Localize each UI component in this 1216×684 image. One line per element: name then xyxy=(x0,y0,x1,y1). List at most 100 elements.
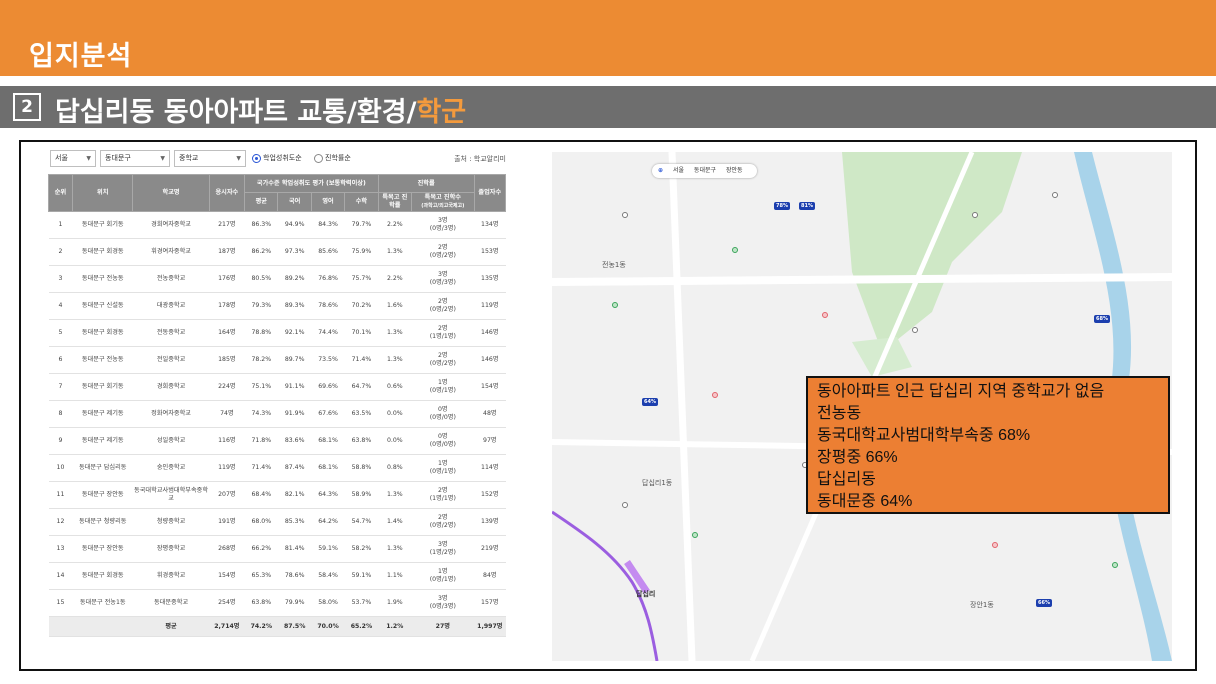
cell-eng: 68.1% xyxy=(311,454,345,482)
cell-kor: 81.4% xyxy=(277,535,312,563)
place-marker-icon[interactable] xyxy=(612,302,618,308)
cell-count: 2명 (0명/2명) xyxy=(411,238,475,266)
cell-loc: 동대문구 회경동 xyxy=(72,562,133,590)
cell-kor: 91.9% xyxy=(277,400,312,428)
cell-loc: 동대문구 장안동 xyxy=(72,535,133,563)
cell-rate: 0.0% xyxy=(378,400,412,428)
col-avg: 평균 xyxy=(244,192,279,212)
place-marker-icon[interactable] xyxy=(732,247,738,253)
cell-rate: 1.3% xyxy=(378,319,412,347)
cell-count-sub: (0명/2명) xyxy=(429,522,456,529)
cell-count-sub: (0명/1명) xyxy=(429,387,456,394)
cell-rate: 1.9% xyxy=(378,589,412,617)
city-select-value: 서울 xyxy=(55,154,68,162)
cell-grads: 153명 xyxy=(474,238,506,266)
cell-rank: 13 xyxy=(48,535,73,563)
place-marker-icon[interactable] xyxy=(1112,562,1118,568)
cell-rank: 4 xyxy=(48,292,73,320)
cell-avg: 80.5% xyxy=(244,265,278,293)
cell-rank: 3 xyxy=(48,265,73,293)
place-marker-icon[interactable] xyxy=(992,542,998,548)
cell-grads: 154명 xyxy=(474,373,506,401)
cell-eng: 78.6% xyxy=(311,292,345,320)
cell-takers: 268명 xyxy=(209,535,245,563)
table-row: 7 동대문구 회기동 경희중학교 224명 75.1% 91.1% 69.6% 64.7% 0.… xyxy=(48,373,506,401)
total-empty xyxy=(48,616,73,637)
school-pin[interactable]: 81% xyxy=(799,202,815,210)
place-marker-icon[interactable] xyxy=(822,312,828,318)
cell-kor: 94.9% xyxy=(277,211,312,239)
cell-math: 64.7% xyxy=(344,373,379,401)
cell-rank: 5 xyxy=(48,319,73,347)
cell-loc: 동대문구 신설동 xyxy=(72,292,133,320)
place-marker-icon[interactable] xyxy=(622,502,628,508)
cell-avg: 86.3% xyxy=(244,211,278,239)
cell-takers: 187명 xyxy=(209,238,245,266)
school-pin[interactable]: 66% xyxy=(1036,599,1052,607)
cell-kor: 82.1% xyxy=(277,481,312,509)
callout-line: 전농동 xyxy=(817,405,862,422)
cell-kor: 97.3% xyxy=(277,238,312,266)
cell-count: 2명 (0명/2명) xyxy=(411,346,475,374)
place-marker-icon[interactable] xyxy=(712,392,718,398)
radio-advancement-label: 진학률순 xyxy=(325,154,351,162)
place-marker-icon[interactable] xyxy=(912,327,918,333)
col-special-count-sub: (과학고/외고국제고) xyxy=(421,203,465,209)
cell-rank: 15 xyxy=(48,589,73,617)
cell-school: 대광중학교 xyxy=(132,292,210,320)
cell-school: 숭인중학교 xyxy=(132,454,210,482)
col-korean: 국어 xyxy=(277,192,312,212)
cell-rate: 0.6% xyxy=(378,373,412,401)
cell-rank: 11 xyxy=(48,481,73,509)
crosshair-icon: ⊕ xyxy=(658,167,664,174)
cell-grads: 219명 xyxy=(474,535,506,563)
map-region-control[interactable]: ⊕ 서울 동대문구 장안동 xyxy=(652,164,757,178)
cell-grads: 152명 xyxy=(474,481,506,509)
cell-count: 1명 (0명/1명) xyxy=(411,373,475,401)
table-row: 1 동대문구 회기동 경희여자중학교 217명 86.3% 94.9% 84.3% 79.7%… xyxy=(48,211,506,239)
map-region-3[interactable]: 장안동 xyxy=(726,167,743,174)
cell-avg: 71.8% xyxy=(244,427,278,455)
cell-school: 전동중학교 xyxy=(132,319,210,347)
cell-count-value: 2명 xyxy=(437,244,448,251)
map-region-1[interactable]: 서울 xyxy=(673,167,684,174)
school-pin[interactable]: 68% xyxy=(1094,315,1110,323)
map-label-jangan1: 장안1동 xyxy=(970,601,994,609)
cell-school: 성일중학교 xyxy=(132,427,210,455)
map-label-dapsimni-station: 답십리 xyxy=(636,590,656,598)
place-marker-icon[interactable] xyxy=(1052,192,1058,198)
top-banner: 입지분석 xyxy=(0,0,1216,76)
total-kor: 87.5% xyxy=(277,616,312,637)
cell-eng: 69.6% xyxy=(311,373,345,401)
cell-takers: 74명 xyxy=(209,400,245,428)
cell-count-value: 0명 xyxy=(437,406,448,413)
place-marker-icon[interactable] xyxy=(692,532,698,538)
cell-takers: 178명 xyxy=(209,292,245,320)
total-count: 27명 xyxy=(411,616,475,637)
place-marker-icon[interactable] xyxy=(622,212,628,218)
cell-count-value: 3명 xyxy=(437,595,448,602)
table-total-row: 평균 2,714명 74.2% 87.5% 70.0% 65.2% 1.2% 27명 1,997… xyxy=(48,616,506,637)
map-region-2[interactable]: 동대문구 xyxy=(694,167,716,174)
radio-advancement[interactable]: 진학률순 xyxy=(314,152,351,164)
cell-grads: 157명 xyxy=(474,589,506,617)
map-label-jeonnong: 전농1동 xyxy=(602,261,626,269)
cell-rate: 2.2% xyxy=(378,265,412,293)
col-graduates: 졸업자수 xyxy=(473,174,507,212)
radio-achievement[interactable]: 학업성취도순 xyxy=(252,152,302,164)
district-select[interactable]: 동대문구 ▼ xyxy=(100,150,170,167)
cell-takers: 116명 xyxy=(209,427,245,455)
place-marker-icon[interactable] xyxy=(972,212,978,218)
cell-eng: 59.1% xyxy=(311,535,345,563)
cell-avg: 74.3% xyxy=(244,400,278,428)
cell-kor: 87.4% xyxy=(277,454,312,482)
col-special-rate: 특목고 진학률 xyxy=(377,192,413,212)
school-type-select[interactable]: 중학교 ▼ xyxy=(174,150,246,167)
cell-rate: 1.3% xyxy=(378,238,412,266)
school-pin[interactable]: 64% xyxy=(642,398,658,406)
section-heading-highlight: 학군 xyxy=(416,97,467,128)
cell-count-sub: (0명/3명) xyxy=(429,279,456,286)
school-pin[interactable]: 78% xyxy=(774,202,790,210)
cell-math: 58.2% xyxy=(344,535,379,563)
city-select[interactable]: 서울 ▼ xyxy=(50,150,96,167)
